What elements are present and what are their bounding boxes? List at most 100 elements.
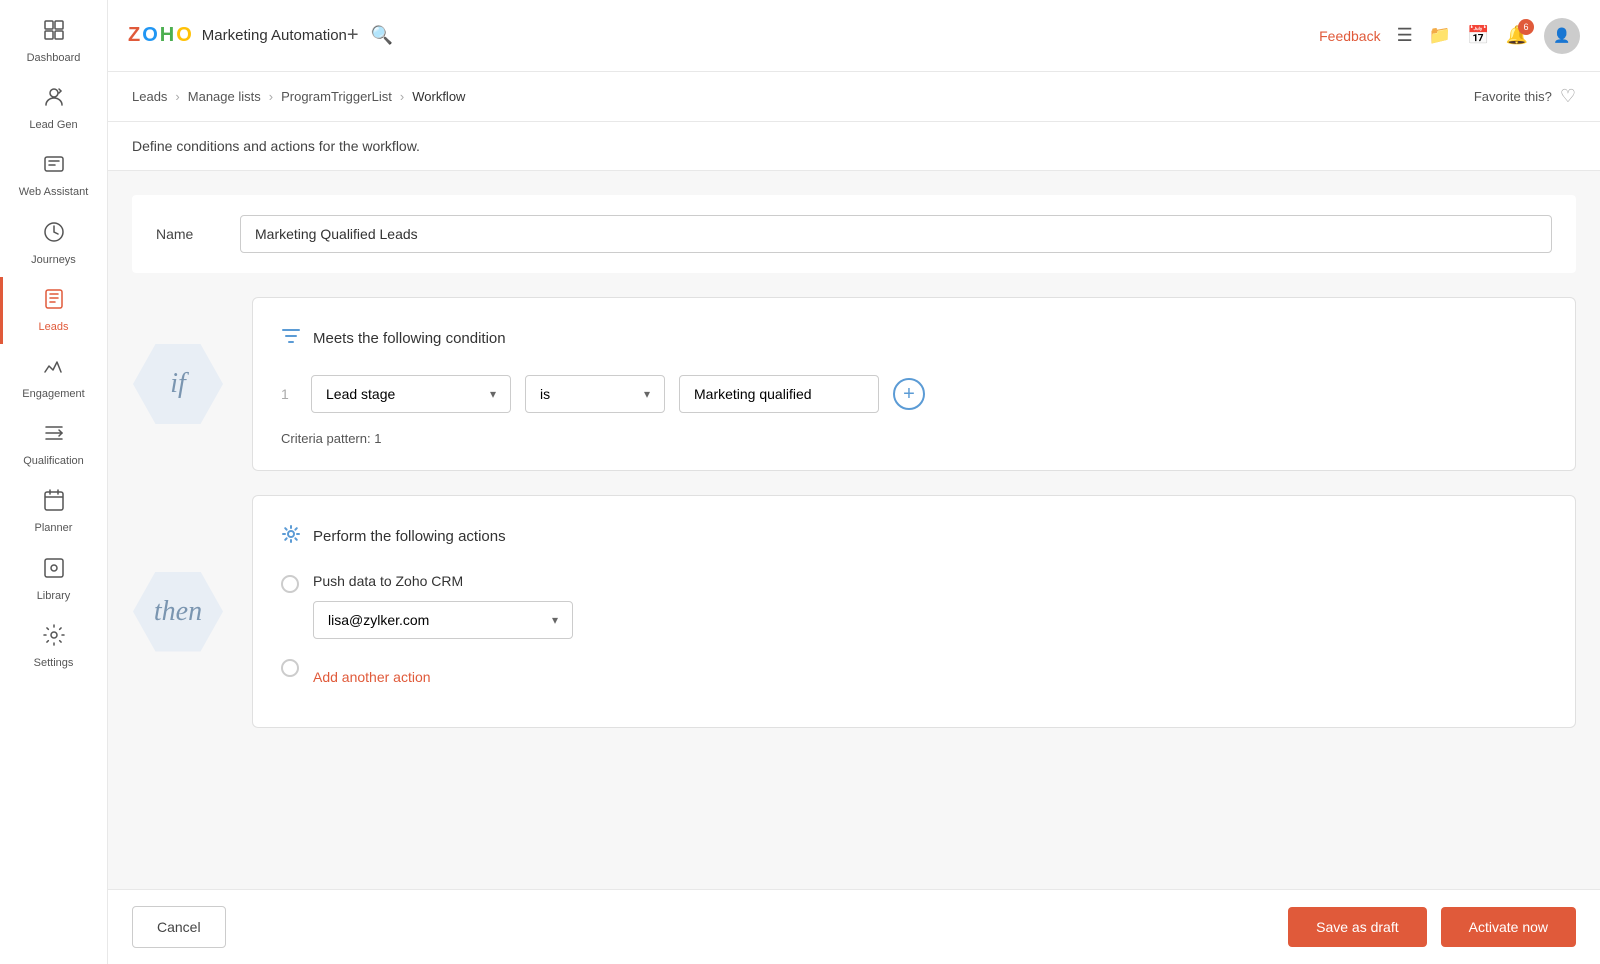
footer-bar: Cancel Save as draft Activate now <box>108 889 1600 964</box>
if-hex: if <box>133 344 223 424</box>
notification-badge: 6 <box>1518 19 1534 35</box>
breadcrumb-sep-1: › <box>175 89 179 104</box>
add-action-item: Add another action <box>281 657 1547 685</box>
crm-email-dropdown[interactable]: lisa@zylker.com ▾ <box>313 601 573 639</box>
cancel-button[interactable]: Cancel <box>132 906 226 948</box>
web-assistant-icon <box>42 152 66 182</box>
journeys-icon <box>42 220 66 250</box>
sidebar-item-lead-gen[interactable]: Lead Gen <box>0 75 107 142</box>
push-crm-content: Push data to Zoho CRM lisa@zylker.com ▾ <box>313 573 573 639</box>
sidebar-item-leads[interactable]: Leads <box>0 277 107 344</box>
planner-icon <box>42 488 66 518</box>
zoho-logo: Z O H O <box>128 24 192 47</box>
avatar[interactable]: 👤 <box>1544 18 1580 54</box>
engagement-icon <box>42 354 66 384</box>
add-action-link[interactable]: Add another action <box>313 669 431 685</box>
field-chevron-icon: ▾ <box>490 387 496 401</box>
workflow-name-input[interactable] <box>240 215 1552 253</box>
activate-button[interactable]: Activate now <box>1441 907 1576 947</box>
logo-h: H <box>160 24 174 47</box>
calendar-icon[interactable]: 📅 <box>1467 25 1489 46</box>
heart-icon[interactable]: ♡ <box>1560 86 1576 107</box>
value-field-text: Marketing qualified <box>694 386 812 402</box>
sidebar-label-engagement: Engagement <box>22 388 84 401</box>
app-title: Marketing Automation <box>202 27 347 44</box>
sidebar: Dashboard Lead Gen Web Assistant Journey… <box>0 0 108 964</box>
condition-inner: Meets the following condition 1 Lead sta… <box>281 326 1547 446</box>
library-icon <box>42 556 66 586</box>
logo-z: Z <box>128 24 140 47</box>
main-container: Z O H O Marketing Automation + 🔍 Feedbac… <box>108 0 1600 964</box>
sidebar-item-engagement[interactable]: Engagement <box>0 344 107 411</box>
action-header: Perform the following actions <box>281 524 1547 549</box>
sidebar-item-journeys[interactable]: Journeys <box>0 210 107 277</box>
qualification-icon <box>42 421 66 451</box>
sidebar-item-dashboard[interactable]: Dashboard <box>0 8 107 75</box>
add-action-label: Add another action <box>313 669 431 685</box>
breadcrumb-manage-lists[interactable]: Manage lists <box>188 89 261 104</box>
name-label: Name <box>156 226 216 242</box>
breadcrumb-leads[interactable]: Leads <box>132 89 167 104</box>
field-dropdown[interactable]: Lead stage ▾ <box>311 375 511 413</box>
notification-icon[interactable]: 🔔 6 <box>1506 25 1528 46</box>
field-dropdown-value: Lead stage <box>326 386 395 402</box>
sidebar-label-settings: Settings <box>34 657 74 670</box>
condition-block: Meets the following condition 1 Lead sta… <box>252 297 1576 471</box>
push-label: Push data to Zoho CRM <box>313 573 573 589</box>
breadcrumb-current: Workflow <box>412 89 465 104</box>
operator-dropdown-value: is <box>540 386 550 402</box>
sidebar-label-leads: Leads <box>39 321 69 334</box>
name-row: Name <box>132 195 1576 273</box>
sidebar-label-web-assistant: Web Assistant <box>19 186 89 199</box>
sidebar-label-library: Library <box>37 590 71 603</box>
sidebar-label-planner: Planner <box>35 522 73 535</box>
folder-icon[interactable]: 📁 <box>1429 25 1451 46</box>
add-button[interactable]: + <box>347 24 359 47</box>
crm-chevron-icon: ▾ <box>552 613 558 627</box>
logo: Z O H O Marketing Automation <box>128 24 347 47</box>
sidebar-item-planner[interactable]: Planner <box>0 478 107 545</box>
sidebar-item-library[interactable]: Library <box>0 546 107 613</box>
operator-chevron-icon: ▾ <box>644 387 650 401</box>
breadcrumb: Leads › Manage lists › ProgramTriggerLis… <box>132 89 465 104</box>
sidebar-item-settings[interactable]: Settings <box>0 613 107 680</box>
workflow-content: Name if Meets the follo <box>108 171 1600 752</box>
feedback-link[interactable]: Feedback <box>1319 28 1380 44</box>
footer-right: Save as draft Activate now <box>1288 907 1576 947</box>
add-condition-button[interactable]: + <box>893 378 925 410</box>
breadcrumb-bar: Leads › Manage lists › ProgramTriggerLis… <box>108 72 1600 122</box>
action-title: Perform the following actions <box>313 528 506 545</box>
operator-dropdown[interactable]: is ▾ <box>525 375 665 413</box>
save-draft-button[interactable]: Save as draft <box>1288 907 1427 947</box>
dashboard-icon <box>42 18 66 48</box>
action-dot <box>281 575 299 593</box>
crm-email-value: lisa@zylker.com <box>328 612 429 628</box>
settings-icon <box>42 623 66 653</box>
breadcrumb-program-trigger[interactable]: ProgramTriggerList <box>281 89 392 104</box>
sidebar-item-web-assistant[interactable]: Web Assistant <box>0 142 107 209</box>
sidebar-item-qualification[interactable]: Qualification <box>0 411 107 478</box>
then-hex: then <box>133 572 223 652</box>
sidebar-label-journeys: Journeys <box>31 254 76 267</box>
list-icon[interactable]: ☰ <box>1397 25 1413 46</box>
favorite-area[interactable]: Favorite this? ♡ <box>1474 86 1576 107</box>
crm-dropdown-wrap: lisa@zylker.com ▾ <box>313 601 573 639</box>
lead-gen-icon <box>42 85 66 115</box>
leads-icon <box>42 287 66 317</box>
condition-num: 1 <box>281 386 297 402</box>
topbar-actions: Feedback ☰ 📁 📅 🔔 6 👤 <box>1319 18 1580 54</box>
logo-o2: O <box>176 24 192 47</box>
sidebar-label-qualification: Qualification <box>23 455 84 468</box>
search-icon[interactable]: 🔍 <box>371 25 393 46</box>
condition-title: Meets the following condition <box>313 330 506 347</box>
gear-icon <box>281 524 301 549</box>
filter-icon <box>281 326 301 351</box>
breadcrumb-sep-3: › <box>400 89 404 104</box>
value-field[interactable]: Marketing qualified <box>679 375 879 413</box>
topbar: Z O H O Marketing Automation + 🔍 Feedbac… <box>108 0 1600 72</box>
action-inner: Perform the following actions Push data … <box>281 524 1547 703</box>
add-action-dot <box>281 659 299 677</box>
breadcrumb-sep-2: › <box>269 89 273 104</box>
then-label: then <box>154 596 202 628</box>
page-desc-text: Define conditions and actions for the wo… <box>132 138 420 154</box>
